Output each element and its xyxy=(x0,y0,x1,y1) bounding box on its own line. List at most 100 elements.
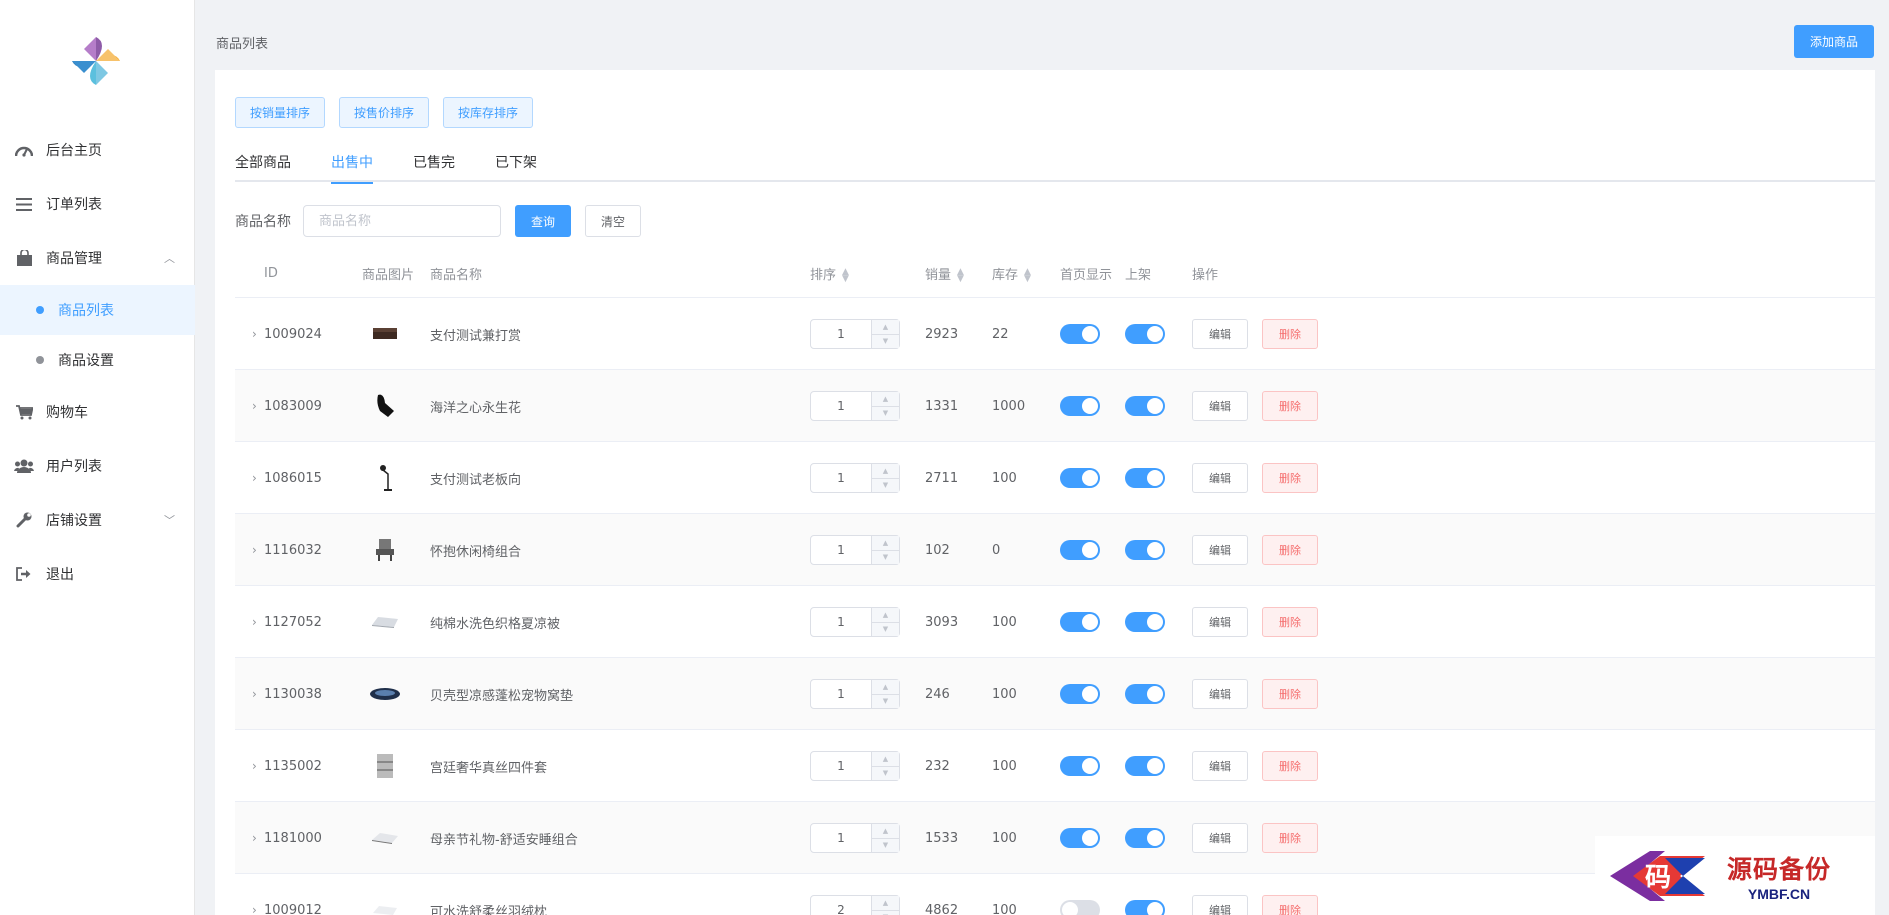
chevron-right-icon[interactable]: › xyxy=(252,903,257,915)
stepper-up-icon[interactable]: ▲ xyxy=(872,320,899,335)
sort-stepper[interactable]: 1 ▲ ▼ xyxy=(810,679,900,709)
clear-button[interactable]: 清空 xyxy=(585,205,641,237)
add-product-button[interactable]: 添加商品 xyxy=(1794,25,1874,58)
stepper-down-icon[interactable]: ▼ xyxy=(872,406,899,420)
sort-value[interactable]: 1 xyxy=(811,536,871,564)
sidebar-item-cart[interactable]: 购物车 xyxy=(0,385,195,439)
stepper-up-icon[interactable]: ▲ xyxy=(872,392,899,407)
sort-stepper[interactable]: 1 ▲ ▼ xyxy=(810,319,900,349)
on-shelf-switch[interactable] xyxy=(1125,396,1165,416)
home-display-switch[interactable] xyxy=(1060,900,1100,915)
delete-button[interactable]: 删除 xyxy=(1262,535,1318,565)
sort-by-price-button[interactable]: 按售价排序 xyxy=(339,97,430,128)
stepper-down-icon[interactable]: ▼ xyxy=(872,838,899,852)
edit-button[interactable]: 编辑 xyxy=(1192,535,1248,565)
sidebar-item-product-list[interactable]: 商品列表 xyxy=(0,285,195,335)
sort-stepper[interactable]: 1 ▲ ▼ xyxy=(810,391,900,421)
home-display-switch[interactable] xyxy=(1060,540,1100,560)
stepper-down-icon[interactable]: ▼ xyxy=(872,550,899,564)
stepper-down-icon[interactable]: ▼ xyxy=(872,478,899,492)
delete-button[interactable]: 删除 xyxy=(1262,463,1318,493)
home-display-switch[interactable] xyxy=(1060,612,1100,632)
sidebar-item-product-management[interactable]: 商品管理 ︿ xyxy=(0,231,195,285)
product-name-input[interactable] xyxy=(303,205,501,237)
sidebar-item-orders[interactable]: 订单列表 xyxy=(0,177,195,231)
query-button[interactable]: 查询 xyxy=(515,205,571,237)
sort-stepper[interactable]: 1 ▲ ▼ xyxy=(810,607,900,637)
column-header-sort[interactable]: 排序 ▲ ▼ xyxy=(810,264,849,283)
home-display-switch[interactable] xyxy=(1060,468,1100,488)
on-shelf-switch[interactable] xyxy=(1125,324,1165,344)
on-shelf-switch[interactable] xyxy=(1125,828,1165,848)
sidebar-item-product-settings[interactable]: 商品设置 xyxy=(0,335,195,385)
delete-button[interactable]: 删除 xyxy=(1262,679,1318,709)
stepper-down-icon[interactable]: ▼ xyxy=(872,694,899,708)
on-shelf-switch[interactable] xyxy=(1125,900,1165,915)
delete-button[interactable]: 删除 xyxy=(1262,751,1318,781)
on-shelf-switch[interactable] xyxy=(1125,684,1165,704)
stepper-up-icon[interactable]: ▲ xyxy=(872,896,899,911)
sort-value[interactable]: 1 xyxy=(811,752,871,780)
sidebar-item-users[interactable]: 用户列表 xyxy=(0,439,195,493)
column-header-sales[interactable]: 销量 ▲ ▼ xyxy=(925,264,964,283)
stepper-up-icon[interactable]: ▲ xyxy=(872,464,899,479)
chevron-right-icon[interactable]: › xyxy=(252,327,257,341)
chevron-right-icon[interactable]: › xyxy=(252,471,257,485)
sort-stepper[interactable]: 2 ▲ ▼ xyxy=(810,895,900,915)
edit-button[interactable]: 编辑 xyxy=(1192,895,1248,915)
sidebar-item-dashboard[interactable]: 后台主页 xyxy=(0,123,195,177)
on-shelf-switch[interactable] xyxy=(1125,540,1165,560)
edit-button[interactable]: 编辑 xyxy=(1192,463,1248,493)
stepper-up-icon[interactable]: ▲ xyxy=(872,752,899,767)
edit-button[interactable]: 编辑 xyxy=(1192,679,1248,709)
stepper-up-icon[interactable]: ▲ xyxy=(872,608,899,623)
delete-button[interactable]: 删除 xyxy=(1262,319,1318,349)
on-shelf-switch[interactable] xyxy=(1125,468,1165,488)
sort-value[interactable]: 1 xyxy=(811,464,871,492)
sort-value[interactable]: 1 xyxy=(811,680,871,708)
tab-all-products[interactable]: 全部商品 xyxy=(235,150,291,182)
sort-stepper[interactable]: 1 ▲ ▼ xyxy=(810,535,900,565)
stepper-down-icon[interactable]: ▼ xyxy=(872,910,899,915)
home-display-switch[interactable] xyxy=(1060,396,1100,416)
sort-stepper[interactable]: 1 ▲ ▼ xyxy=(810,823,900,853)
sort-by-sales-button[interactable]: 按销量排序 xyxy=(235,97,326,128)
edit-button[interactable]: 编辑 xyxy=(1192,391,1248,421)
delete-button[interactable]: 删除 xyxy=(1262,895,1318,915)
sort-stepper[interactable]: 1 ▲ ▼ xyxy=(810,463,900,493)
chevron-right-icon[interactable]: › xyxy=(252,399,257,413)
chevron-right-icon[interactable]: › xyxy=(252,759,257,773)
chevron-right-icon[interactable]: › xyxy=(252,687,257,701)
tab-delisted[interactable]: 已下架 xyxy=(495,150,537,182)
sidebar-item-logout[interactable]: 退出 xyxy=(0,547,195,601)
delete-button[interactable]: 删除 xyxy=(1262,607,1318,637)
sort-by-stock-button[interactable]: 按库存排序 xyxy=(443,97,534,128)
chevron-right-icon[interactable]: › xyxy=(252,543,257,557)
edit-button[interactable]: 编辑 xyxy=(1192,751,1248,781)
sort-caret-icon[interactable]: ▲ ▼ xyxy=(1024,267,1031,283)
home-display-switch[interactable] xyxy=(1060,684,1100,704)
sort-value[interactable]: 2 xyxy=(811,896,871,915)
sort-stepper[interactable]: 1 ▲ ▼ xyxy=(810,751,900,781)
stepper-down-icon[interactable]: ▼ xyxy=(872,766,899,780)
tab-sold-out[interactable]: 已售完 xyxy=(413,150,455,182)
sort-value[interactable]: 1 xyxy=(811,608,871,636)
home-display-switch[interactable] xyxy=(1060,324,1100,344)
sort-caret-icon[interactable]: ▲ ▼ xyxy=(957,267,964,283)
chevron-right-icon[interactable]: › xyxy=(252,615,257,629)
chevron-right-icon[interactable]: › xyxy=(252,831,257,845)
on-shelf-switch[interactable] xyxy=(1125,756,1165,776)
edit-button[interactable]: 编辑 xyxy=(1192,823,1248,853)
column-header-stock[interactable]: 库存 ▲ ▼ xyxy=(992,264,1031,283)
stepper-up-icon[interactable]: ▲ xyxy=(872,824,899,839)
sort-value[interactable]: 1 xyxy=(811,320,871,348)
stepper-up-icon[interactable]: ▲ xyxy=(872,536,899,551)
stepper-down-icon[interactable]: ▼ xyxy=(872,622,899,636)
edit-button[interactable]: 编辑 xyxy=(1192,319,1248,349)
edit-button[interactable]: 编辑 xyxy=(1192,607,1248,637)
home-display-switch[interactable] xyxy=(1060,756,1100,776)
on-shelf-switch[interactable] xyxy=(1125,612,1165,632)
stepper-down-icon[interactable]: ▼ xyxy=(872,334,899,348)
delete-button[interactable]: 删除 xyxy=(1262,391,1318,421)
stepper-up-icon[interactable]: ▲ xyxy=(872,680,899,695)
